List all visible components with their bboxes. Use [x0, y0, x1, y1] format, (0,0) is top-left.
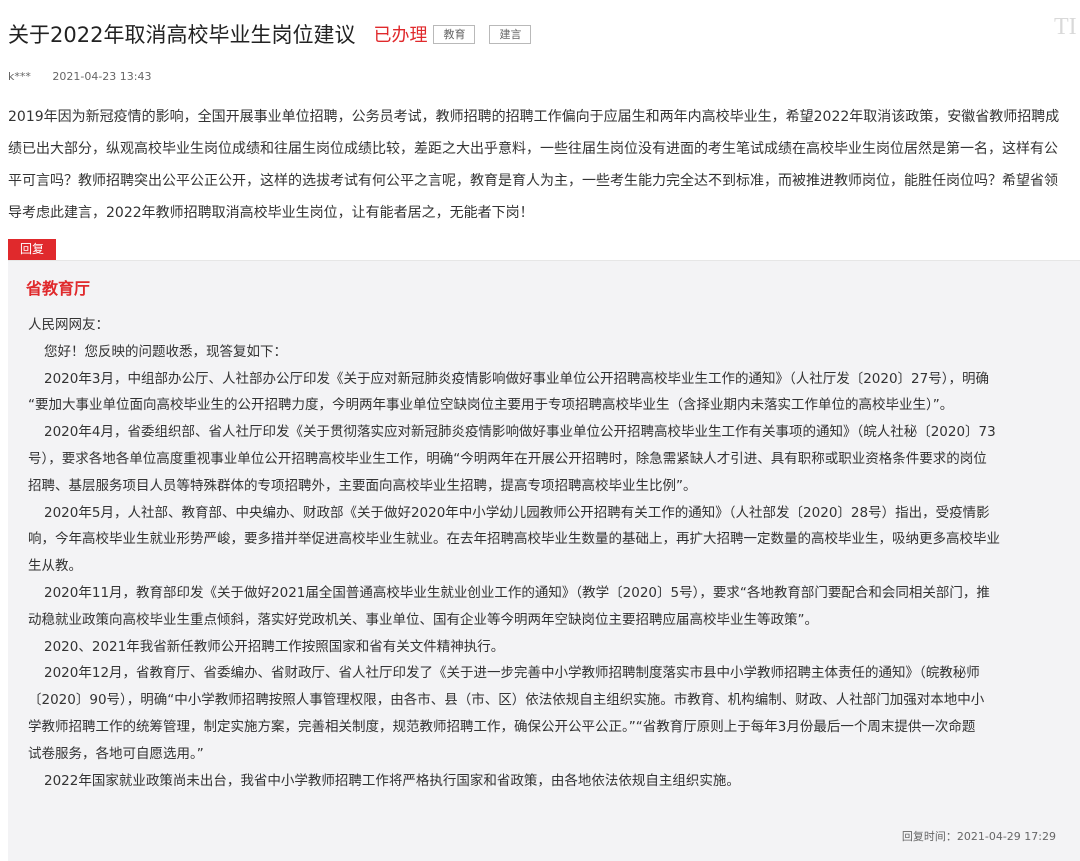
reply-line: 2020年12月，省教育厅、省委编办、省财政厅、省人社厅印发了《关于进一步完善中… [44, 665, 980, 682]
post-author: k*** [8, 70, 31, 83]
post-timestamp: 2021-04-23 13:43 [52, 70, 152, 83]
question-line: 绩已出大部分，纵观高校毕业生岗位成绩和往届生岗位成绩比较，差距之大出乎意料，一些… [8, 141, 1058, 157]
post-meta: k*** 2021-04-23 13:43 [8, 70, 170, 83]
question-body: 2019年因为新冠疫情的影响，全国开展事业单位招聘，公务员考试，教师招聘的招聘工… [8, 101, 1080, 229]
reply-line: 学教师招聘工作的统筹管理，制定实施方案，完善相关制度，规范教师招聘工作，确保公开… [28, 718, 976, 735]
reply-box: 省教育厅 人民网网友： 您好！您反映的问题收悉，现答复如下： 2020年3月，中组部… [8, 260, 1080, 861]
reply-body: 人民网网友： 您好！您反映的问题收悉，现答复如下： 2020年3月，中组部办公厅、人… [28, 312, 1068, 794]
reply-tab: 回复 [8, 239, 57, 265]
reply-line: 2022年国家就业政策尚未出台，我省中小学教师招聘工作将严格执行国家和省政策，由… [44, 772, 740, 789]
reply-line: 人民网网友： [28, 317, 109, 333]
reply-line: 2020年5月，人社部、教育部、中央编办、财政部《关于做好2020年中小学幼儿园… [44, 504, 990, 521]
reply-line: 响，今年高校毕业生就业形势严峻，要多措并举促进高校毕业生就业。在去年招聘高校毕业… [28, 531, 1000, 548]
reply-line: 试卷服务，各地可自愿选用。” [28, 745, 204, 762]
question-line: 平可言吗？教师招聘突出公平公正公开，这样的选拔考试有何公平之言呢，教育是育人为主… [8, 173, 1058, 189]
question-line: 导考虑此建言，2022年教师招聘取消高校毕业生岗位，让有能者居之，无能者下岗！ [8, 205, 534, 221]
reply-line: 招聘、基层服务项目人员等特殊群体的专项招聘外，主要面向高校毕业生招聘，提高专项招… [28, 477, 697, 494]
page-header: 关于2022年取消高校毕业生岗位建议 已办理 教育 建言 [8, 18, 1080, 50]
reply-line: 〔2020〕90号），明确“中小学教师招聘按照人事管理权限，由各市、县（市、区）… [28, 692, 985, 709]
reply-line: 您好！您反映的问题收悉，现答复如下： [44, 343, 287, 360]
reply-time: 回复时间：2021-04-29 17:29 [901, 830, 1056, 843]
reply-department: 省教育厅 [26, 279, 91, 298]
reply-line: 2020年3月，中组部办公厅、人社部办公厅印发《关于应对新冠肺炎疫情影响做好事业… [44, 370, 989, 387]
reply-line: 2020年4月，省委组织部、省人社厅印发《关于贯彻落实应对新冠肺炎疫情影响做好事… [44, 424, 996, 441]
tag-education[interactable]: 教育 [433, 24, 476, 44]
page-title: 关于2022年取消高校毕业生岗位建议 [8, 23, 356, 47]
reply-line: 生从教。 [28, 558, 82, 575]
question-line: 2019年因为新冠疫情的影响，全国开展事业单位招聘，公务员考试，教师招聘的招聘工… [8, 109, 1060, 125]
reply-line: 动稳就业政策向高校毕业生重点倾斜，落实好党政机关、事业单位、国有企业等今明两年空… [28, 611, 818, 628]
reply-line: 号），要求各地各单位高度重视事业单位公开招聘高校毕业生工作，明确“今明两年在开展… [28, 450, 987, 467]
tag-suggestion[interactable]: 建言 [489, 24, 532, 44]
reply-line: 2020、2021年我省新任教师公开招聘工作按照国家和省有关文件精神执行。 [44, 638, 505, 655]
site-logo: TI [1054, 14, 1077, 40]
reply-line: “要加大事业单位面向高校毕业生的公开招聘力度，今明两年事业单位空缺岗位主要用于专… [28, 397, 954, 414]
status-badge: 已办理 [373, 25, 428, 46]
reply-line: 2020年11月，教育部印发《关于做好2021届全国普通高校毕业生就业创业工作的… [44, 584, 990, 601]
